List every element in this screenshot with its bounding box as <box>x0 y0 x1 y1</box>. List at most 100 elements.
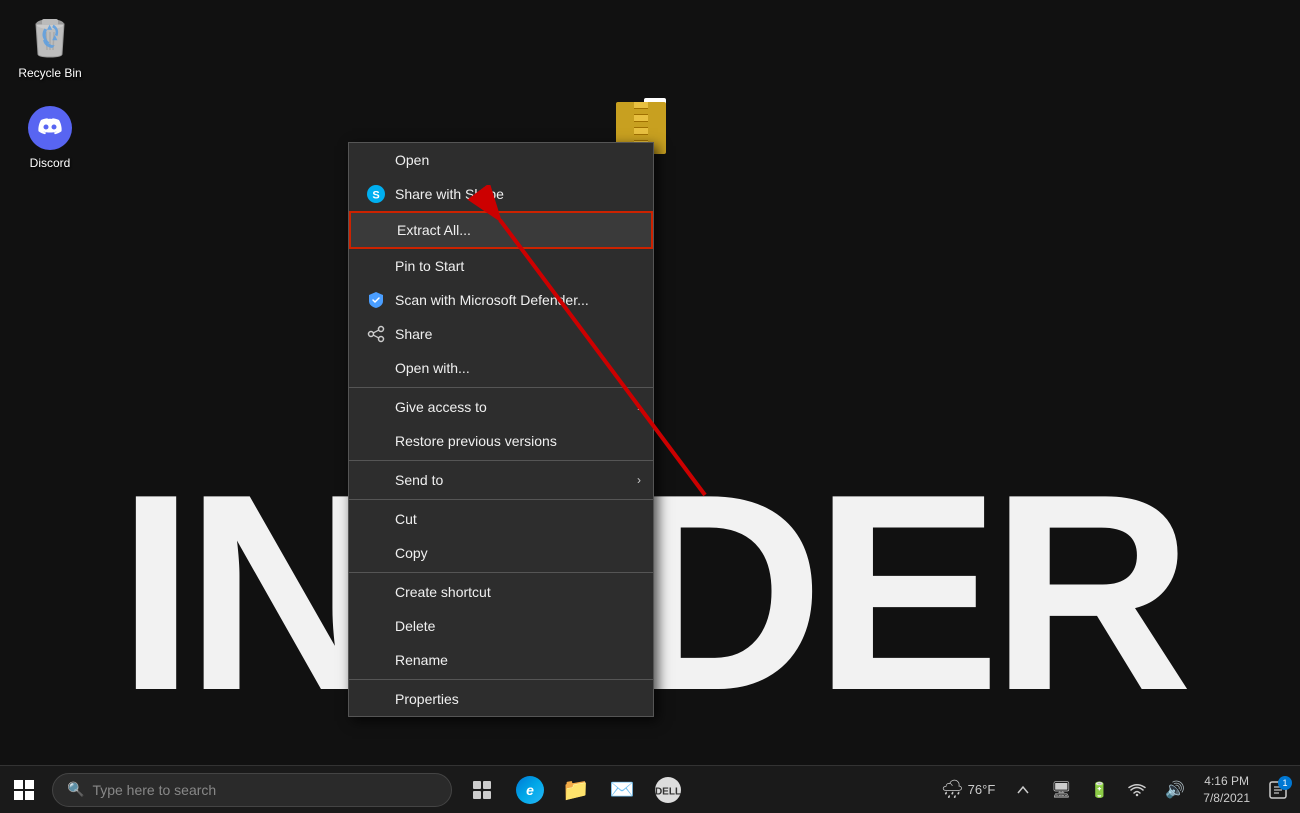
context-menu-share[interactable]: Share <box>349 317 653 351</box>
share-label: Share <box>395 326 432 342</box>
context-menu-properties[interactable]: Properties <box>349 682 653 716</box>
open-with-icon <box>365 357 387 379</box>
separator-2 <box>349 460 653 461</box>
context-menu-share-skype[interactable]: S Share with Skype <box>349 177 653 211</box>
skype-icon: S <box>365 183 387 205</box>
copy-icon <box>365 542 387 564</box>
context-menu-pin-start[interactable]: Pin to Start <box>349 249 653 283</box>
tray-screen-icon[interactable]: 🖥 <box>1043 772 1079 808</box>
defender-icon <box>365 289 387 311</box>
taskbar-search-bar[interactable]: 🔍 Type here to search <box>52 773 452 807</box>
context-menu-open[interactable]: Open <box>349 143 653 177</box>
file-explorer-taskbar-icon[interactable]: 📁 <box>554 768 598 812</box>
system-tray: 🌧 76°F 🖥 🔋 🔊 <box>933 772 1300 808</box>
context-menu-scan-defender[interactable]: Scan with Microsoft Defender... <box>349 283 653 317</box>
create-shortcut-label: Create shortcut <box>395 584 491 600</box>
file-explorer-icon: 📁 <box>562 777 589 803</box>
dell-icon: DELL <box>654 776 682 804</box>
tray-wifi-icon[interactable] <box>1119 772 1155 808</box>
notification-badge: 1 <box>1278 776 1292 790</box>
taskbar-search-icon: 🔍 <box>67 781 84 798</box>
cut-label: Cut <box>395 511 417 527</box>
svg-text:DELL: DELL <box>655 786 681 797</box>
properties-label: Properties <box>395 691 459 707</box>
context-menu-extract-all[interactable]: Extract All... <box>349 211 653 249</box>
give-access-icon <box>365 396 387 418</box>
extract-all-label: Extract All... <box>397 222 471 238</box>
clock-date: 7/8/2021 <box>1203 790 1250 807</box>
weather-icon: 🌧 <box>941 779 964 800</box>
send-to-chevron: › <box>637 473 641 487</box>
separator-3 <box>349 499 653 500</box>
tray-chevron-up[interactable] <box>1005 772 1041 808</box>
start-button[interactable] <box>0 766 48 813</box>
wifi-icon <box>1128 783 1146 797</box>
open-with-label: Open with... <box>395 360 470 376</box>
context-menu-rename[interactable]: Rename <box>349 643 653 677</box>
taskbar: 🔍 Type here to search e 📁 <box>0 765 1300 813</box>
delete-icon <box>365 615 387 637</box>
open-label: Open <box>395 152 429 168</box>
separator-4 <box>349 572 653 573</box>
open-icon <box>365 149 387 171</box>
edge-browser-icon: e <box>516 776 544 804</box>
rename-icon <box>365 649 387 671</box>
discord-label: Discord <box>30 156 71 170</box>
context-menu-delete[interactable]: Delete <box>349 609 653 643</box>
give-access-chevron: › <box>637 400 641 414</box>
svg-text:S: S <box>372 190 379 202</box>
context-menu-create-shortcut[interactable]: Create shortcut <box>349 575 653 609</box>
system-clock[interactable]: 4:16 PM 7/8/2021 <box>1195 773 1258 807</box>
context-menu-give-access[interactable]: Give access to › <box>349 390 653 424</box>
clock-time: 4:16 PM <box>1204 773 1249 790</box>
share-skype-label: Share with Skype <box>395 186 504 202</box>
separator-5 <box>349 679 653 680</box>
weather-widget[interactable]: 🌧 76°F <box>933 779 1003 800</box>
tray-battery-icon[interactable]: 🔋 <box>1081 772 1117 808</box>
task-view-button[interactable] <box>460 768 504 812</box>
context-menu-copy[interactable]: Copy <box>349 536 653 570</box>
dell-taskbar-icon[interactable]: DELL <box>646 768 690 812</box>
create-shortcut-icon <box>365 581 387 603</box>
edge-taskbar-icon[interactable]: e <box>508 768 552 812</box>
discord-image <box>26 104 74 152</box>
send-to-icon <box>365 469 387 491</box>
scan-defender-label: Scan with Microsoft Defender... <box>395 292 589 308</box>
properties-icon <box>365 688 387 710</box>
share-icon <box>365 323 387 345</box>
chevron-up-icon <box>1016 783 1030 797</box>
context-menu-open-with[interactable]: Open with... <box>349 351 653 385</box>
context-menu-cut[interactable]: Cut <box>349 502 653 536</box>
taskbar-search-placeholder: Type here to search <box>92 782 216 798</box>
task-view-icon <box>472 780 492 800</box>
delete-label: Delete <box>395 618 435 634</box>
extract-all-icon <box>367 219 389 241</box>
windows-logo-icon <box>14 780 34 800</box>
restore-versions-label: Restore previous versions <box>395 433 557 449</box>
tray-volume-icon[interactable]: 🔊 <box>1157 772 1193 808</box>
give-access-label: Give access to <box>395 399 487 415</box>
notification-center-button[interactable]: 1 <box>1260 772 1296 808</box>
pin-start-label: Pin to Start <box>395 258 464 274</box>
discord-svg <box>26 104 74 152</box>
send-to-label: Send to <box>395 472 443 488</box>
weather-temp: 76°F <box>968 782 996 797</box>
recycle-bin-image <box>26 14 74 62</box>
taskbar-pinned-apps: e 📁 ✉️ DELL <box>508 768 690 812</box>
copy-label: Copy <box>395 545 428 561</box>
context-menu: Open S Share with Skype Extract All... P… <box>348 142 654 717</box>
mail-app-icon: ✉️ <box>610 777 635 802</box>
recycle-bin-svg <box>26 14 74 62</box>
discord-desktop-icon[interactable]: Discord <box>10 100 90 174</box>
pin-start-icon <box>365 255 387 277</box>
context-menu-restore-versions[interactable]: Restore previous versions <box>349 424 653 458</box>
rename-label: Rename <box>395 652 448 668</box>
separator-1 <box>349 387 653 388</box>
mail-taskbar-icon[interactable]: ✉️ <box>600 768 644 812</box>
desktop: INSIDER Recycle Bin <box>0 0 1300 813</box>
restore-versions-icon <box>365 430 387 452</box>
cut-icon <box>365 508 387 530</box>
context-menu-send-to[interactable]: Send to › <box>349 463 653 497</box>
recycle-bin-label: Recycle Bin <box>18 66 81 80</box>
recycle-bin-icon[interactable]: Recycle Bin <box>10 10 90 84</box>
